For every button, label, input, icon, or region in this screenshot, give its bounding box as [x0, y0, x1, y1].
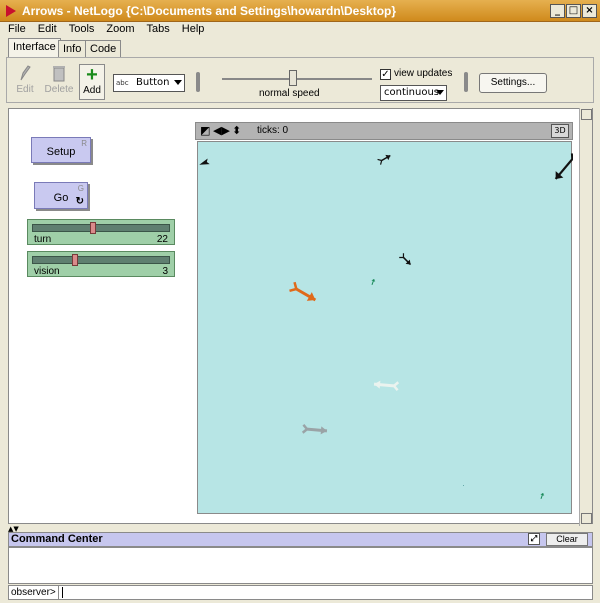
widget-type-value: Button — [136, 77, 170, 88]
speed-slider-handle[interactable] — [289, 70, 297, 86]
world-canvas — [199, 153, 579, 499]
turn-slider[interactable]: turn 22 — [27, 219, 175, 245]
toolbar-separator — [196, 72, 200, 92]
widget-type-select[interactable]: abc Button — [113, 74, 185, 92]
popout-icon[interactable]: ⤢ — [528, 533, 540, 545]
command-center-title: Command Center — [11, 533, 103, 545]
tab-interface[interactable]: Interface — [8, 38, 61, 58]
window-title: Arrows - NetLogo {C:\Documents and Setti… — [22, 4, 397, 18]
update-mode-value: continuous — [384, 87, 439, 98]
edit-button[interactable]: Edit — [9, 64, 41, 100]
title-bar: Arrows - NetLogo {C:\Documents and Setti… — [0, 0, 600, 22]
turn-slider-handle[interactable] — [90, 222, 97, 234]
settings-button[interactable]: Settings... — [479, 73, 547, 93]
command-output[interactable] — [8, 547, 593, 584]
interface-scrollbar[interactable] — [579, 108, 592, 526]
black-arrow-turtle — [399, 253, 412, 266]
forever-loop-icon: ↻ — [75, 196, 84, 207]
delete-button[interactable]: Delete — [43, 64, 75, 100]
text-cursor — [62, 587, 63, 598]
turn-label: turn — [34, 234, 52, 245]
setup-label: Setup — [46, 146, 76, 158]
maximize-button[interactable]: □ — [566, 4, 581, 18]
turn-value: 22 — [156, 234, 168, 245]
tiny-turtle — [463, 485, 464, 486]
orange-arrow-turtle — [289, 281, 317, 302]
tab-code[interactable]: Code — [85, 40, 122, 57]
world-view[interactable] — [197, 141, 579, 514]
menu-help[interactable]: Help — [174, 22, 209, 35]
gray-arrow-turtle — [301, 423, 328, 435]
menu-bar: File Edit Tools Zoom Tabs Help — [0, 22, 600, 38]
minimize-button[interactable]: _ — [550, 4, 565, 18]
add-label: Add — [83, 85, 101, 96]
left-right-arrows-icon[interactable]: ◀▶ — [213, 125, 230, 137]
diagonal-arrows-icon[interactable]: ◩ — [200, 125, 210, 137]
black-arrow-turtle — [199, 158, 210, 165]
black-arrow-turtle — [554, 153, 579, 180]
3d-view-button[interactable]: 3D — [551, 124, 569, 138]
toolbar-separator — [464, 72, 468, 92]
green-arrow-turtle — [371, 279, 376, 285]
vision-slider-handle[interactable] — [71, 254, 78, 266]
close-button[interactable]: × — [582, 4, 597, 18]
go-button[interactable]: Go G ↻ — [34, 182, 88, 209]
setup-key: R — [81, 139, 87, 148]
speed-slider-track[interactable] — [222, 78, 372, 80]
menu-tools[interactable]: Tools — [61, 22, 99, 35]
vision-slider[interactable]: vision 3 — [27, 251, 175, 277]
ticks-counter: ticks: 0 — [257, 125, 289, 136]
command-input-row: observer> — [8, 585, 593, 600]
add-button[interactable]: + Add — [79, 64, 105, 100]
view-control-strip: ◩ ◀▶ ⬍ ticks: 0 3D — [195, 122, 573, 140]
command-center-header: Command Center ⤢ Clear — [8, 532, 593, 547]
scroll-down-arrow[interactable] — [581, 513, 592, 524]
go-label: Go — [53, 192, 69, 204]
black-arrow-turtle — [377, 154, 391, 165]
pencil-icon — [9, 64, 41, 84]
menu-file[interactable]: File — [0, 22, 30, 35]
vision-value: 3 — [162, 266, 168, 277]
interface-toolbar: Edit Delete + Add abc Button normal spee… — [6, 57, 594, 103]
vision-slider-track[interactable] — [32, 256, 170, 264]
trash-icon — [43, 64, 75, 84]
netlogo-app-icon — [6, 5, 16, 17]
delete-label: Delete — [44, 84, 74, 95]
chevron-down-icon — [436, 90, 444, 95]
tab-info[interactable]: Info — [58, 40, 87, 57]
plus-icon: + — [86, 64, 98, 86]
menu-tabs[interactable]: Tabs — [139, 22, 174, 35]
netlogo-window: Arrows - NetLogo {C:\Documents and Setti… — [0, 0, 600, 603]
scroll-up-arrow[interactable] — [581, 109, 592, 120]
view-updates-label: view updates — [394, 68, 453, 79]
button-widget-icon: abc — [116, 79, 129, 87]
menu-zoom[interactable]: Zoom — [98, 22, 138, 35]
up-down-arrows-icon[interactable]: ⬍ — [232, 125, 241, 137]
go-key: G — [77, 184, 84, 193]
edit-label: Edit — [16, 84, 34, 95]
vision-label: vision — [34, 266, 60, 277]
menu-edit[interactable]: Edit — [30, 22, 61, 35]
clear-button[interactable]: Clear — [546, 533, 588, 546]
view-updates-checkbox[interactable]: ✓ — [380, 69, 391, 80]
chevron-down-icon — [174, 80, 182, 85]
pale-arrow-turtle — [373, 380, 400, 392]
green-arrow-turtle — [540, 493, 545, 499]
turn-slider-track[interactable] — [32, 224, 170, 232]
observer-prompt[interactable]: observer> — [9, 586, 59, 599]
setup-button[interactable]: Setup R — [31, 137, 91, 163]
update-mode-select[interactable]: continuous — [380, 85, 447, 101]
speed-label: normal speed — [259, 88, 320, 99]
